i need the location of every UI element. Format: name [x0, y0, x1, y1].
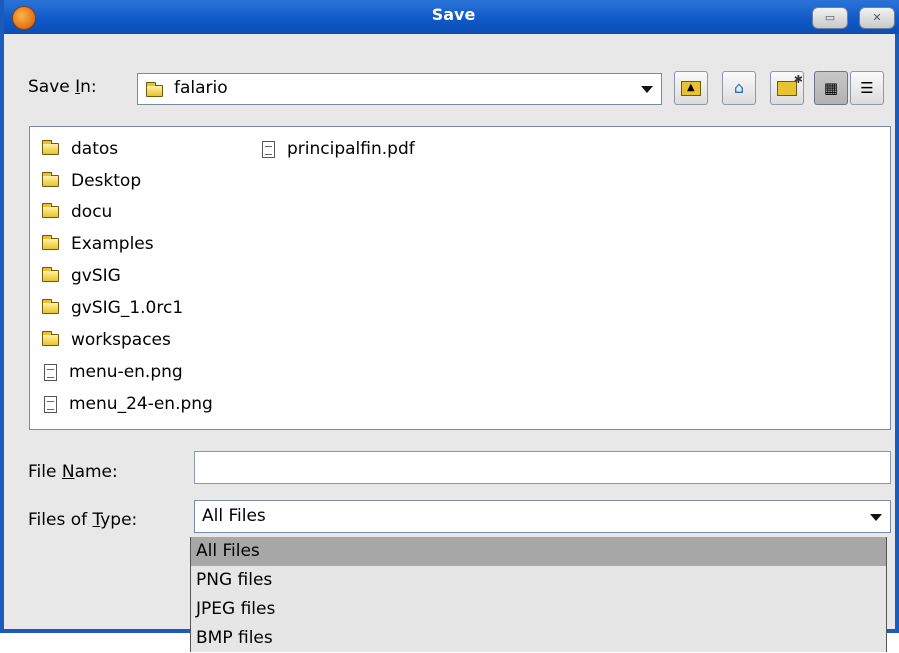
home-icon: ⌂ — [733, 78, 745, 97]
dropdown-option[interactable]: PNG files — [191, 566, 886, 595]
list-item[interactable]: principalfin.pdf — [262, 135, 415, 163]
list-view-button[interactable]: ▦ — [814, 71, 848, 105]
dropdown-option[interactable]: All Files — [191, 537, 886, 566]
home-button[interactable]: ⌂ — [722, 71, 756, 105]
folder-icon — [42, 331, 59, 346]
list-item[interactable]: Desktop — [42, 167, 141, 195]
list-item[interactable]: menu-en.png — [44, 358, 183, 386]
save-in-value: falario — [174, 78, 228, 98]
folder-icon — [42, 203, 59, 218]
details-view-button[interactable]: ☰ — [850, 71, 884, 105]
chevron-down-icon — [870, 513, 882, 521]
dropdown-option[interactable]: BMP files — [191, 624, 886, 653]
save-in-combo[interactable]: falario — [137, 73, 662, 105]
list-item[interactable]: workspaces — [42, 326, 171, 354]
title-bar[interactable]: Save ▭ ✕ — [4, 0, 899, 34]
list-item[interactable]: datos — [42, 135, 118, 163]
up-folder-icon: ▲ — [681, 81, 701, 96]
details-view-icon: ☰ — [860, 79, 874, 97]
file-type-combo[interactable]: All Files — [194, 500, 891, 533]
file-type-dropdown[interactable]: All Files PNG files JPEG files BMP files — [190, 537, 887, 652]
save-in-label: Save In: — [28, 77, 97, 97]
chevron-down-icon — [641, 86, 653, 93]
new-folder-button[interactable]: ✱ — [770, 71, 804, 105]
folder-icon — [42, 235, 59, 250]
list-item[interactable]: Examples — [42, 230, 154, 258]
folder-icon — [42, 140, 59, 155]
folder-icon — [42, 267, 59, 282]
document-icon — [262, 140, 275, 158]
new-folder-icon: ✱ — [777, 74, 803, 96]
file-name-input[interactable] — [194, 451, 891, 484]
list-item[interactable]: gvSIG — [42, 262, 121, 290]
close-button[interactable]: ✕ — [859, 7, 895, 29]
file-name-label: File Name: — [28, 462, 118, 482]
up-folder-button[interactable]: ▲ — [674, 71, 708, 105]
document-icon — [44, 363, 57, 381]
list-view-icon: ▦ — [823, 79, 839, 97]
minimize-button[interactable]: ▭ — [812, 7, 848, 29]
folder-icon — [42, 172, 59, 187]
file-type-value: All Files — [202, 506, 266, 526]
dropdown-option[interactable]: JPEG files — [191, 595, 886, 624]
list-item[interactable]: menu_24-en.png — [44, 390, 213, 418]
list-item[interactable]: gvSIG_1.0rc1 — [42, 294, 183, 322]
file-list[interactable]: datos Desktop docu Examples gvSIG gvSIG_… — [29, 126, 891, 430]
folder-icon — [42, 299, 59, 314]
list-item[interactable]: docu — [42, 198, 112, 226]
document-icon — [44, 395, 57, 413]
dialog-title: Save — [431, 5, 476, 24]
file-type-label: Files of Type: — [28, 510, 138, 530]
folder-icon — [146, 82, 163, 97]
